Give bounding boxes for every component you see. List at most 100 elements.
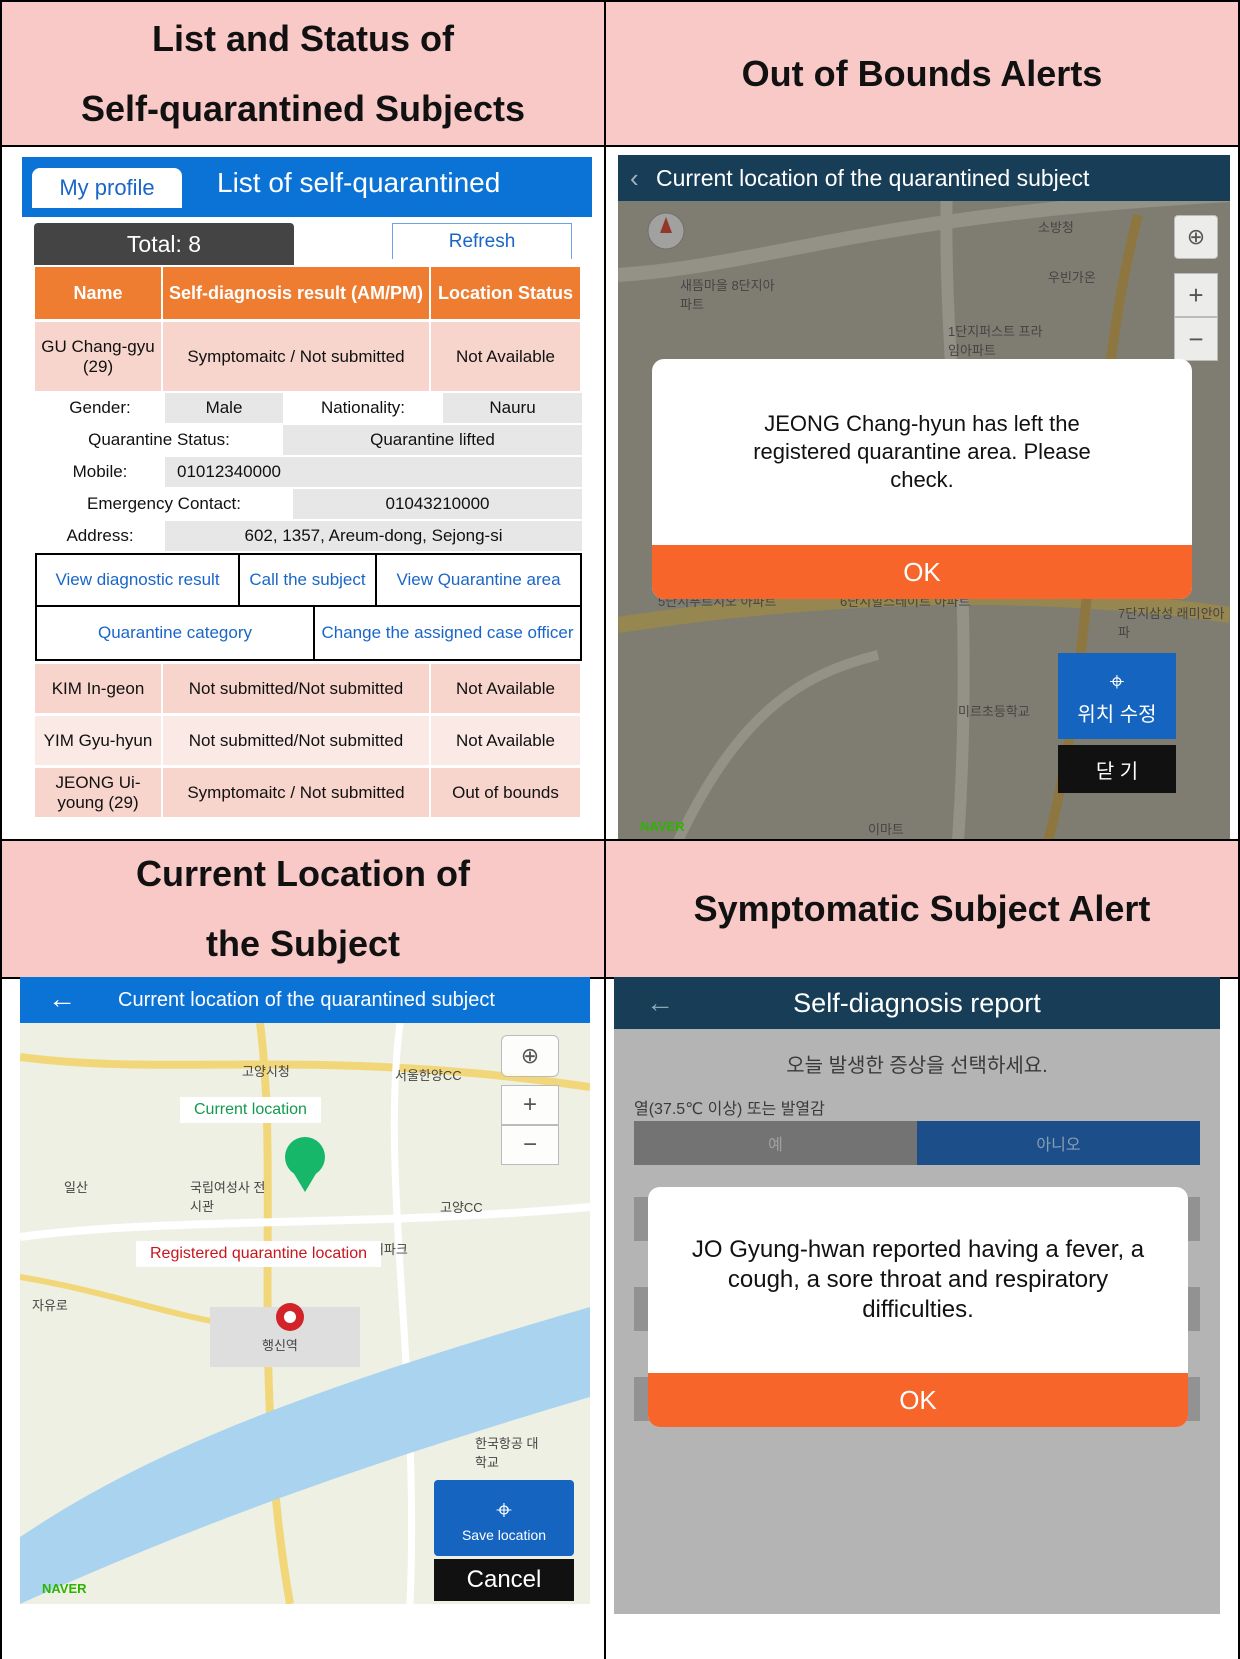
- dialog-message: JO Gyung-hwan reported having a fever, a…: [691, 1236, 1145, 1323]
- change-officer-button[interactable]: Change the assigned case officer: [315, 607, 580, 659]
- nationality-value: Nauru: [443, 393, 582, 425]
- list-topbar: My profile List of self-quarantined: [22, 157, 592, 217]
- map-label: 1단지퍼스트 프라임아파트: [948, 324, 1043, 358]
- zoom-in-button[interactable]: +: [1174, 273, 1218, 317]
- header-symptomatic: Symptomatic Subject Alert: [604, 839, 1240, 979]
- list-screen: My profile List of self-quarantined Tota…: [22, 157, 592, 839]
- diagnosis-topbar: ← Self-diagnosis report: [614, 977, 1220, 1029]
- header-line-1: Current Location of: [136, 853, 470, 894]
- zoom-out-button[interactable]: −: [1174, 317, 1218, 361]
- cancel-button[interactable]: Cancel: [434, 1559, 574, 1601]
- subject-location: Not Available: [431, 661, 582, 713]
- oob-title: Current location of the quarantined subj…: [656, 164, 1090, 191]
- dialog-message: JEONG Chang-hyun has left the registered…: [753, 411, 1091, 492]
- current-location-label: Current location: [180, 1097, 321, 1123]
- detail-row-address: Address: 602, 1357, Areum-dong, Sejong-s…: [35, 521, 582, 553]
- view-diagnostic-button[interactable]: View diagnostic result: [37, 555, 240, 605]
- subject-result: Not submitted/Not submitted: [163, 661, 431, 713]
- header-out-of-bounds: Out of Bounds Alerts: [604, 0, 1240, 147]
- registered-location-label: Registered quarantine location: [136, 1241, 382, 1267]
- location-title: Current location of the quarantined subj…: [118, 988, 495, 1011]
- mobile-label: Mobile:: [35, 457, 165, 489]
- detail-row-quarantine: Quarantine Status: Quarantine lifted: [35, 425, 582, 457]
- subject-result: Symptomaitc / Not submitted: [163, 319, 431, 391]
- map-label: 미르초등학교: [958, 704, 1030, 719]
- table-header: Name Self-diagnosis result (AM/PM) Locat…: [35, 267, 582, 319]
- subject-name: JEONG Ui-young (29): [35, 765, 163, 817]
- oob-topbar: ‹ Current location of the quarantined su…: [618, 155, 1230, 201]
- call-subject-button[interactable]: Call the subject: [240, 555, 377, 605]
- subject-location: Out of bounds: [431, 765, 582, 817]
- ok-button[interactable]: OK: [652, 545, 1192, 599]
- header-line-2: Self-quarantined Subjects: [80, 87, 526, 129]
- subject-table: Name Self-diagnosis result (AM/PM) Locat…: [35, 267, 582, 817]
- locate-me-icon[interactable]: ⊕: [501, 1035, 559, 1077]
- out-of-bounds-dialog: JEONG Chang-hyun has left the registered…: [652, 359, 1192, 599]
- subject-details: Gender: Male Nationality: Nauru Quaranti…: [35, 393, 582, 553]
- list-toolbar: Total: 8 Refresh: [22, 217, 592, 267]
- header-list-status: List and Status of Self-quarantined Subj…: [0, 0, 606, 147]
- ok-button[interactable]: OK: [648, 1373, 1188, 1427]
- map-label: 이마트: [868, 822, 904, 837]
- map-label: 새뜸마을 8단지아파트: [680, 278, 775, 312]
- my-profile-tab[interactable]: My profile: [32, 168, 182, 208]
- table-row[interactable]: KIM In-geon Not submitted/Not submitted …: [35, 661, 582, 713]
- gender-value: Male: [165, 393, 283, 425]
- relocate-label: 위치 수정: [1077, 703, 1157, 726]
- locate-me-icon[interactable]: ⊕: [1174, 215, 1218, 259]
- save-location-button[interactable]: ⌖ Save location: [434, 1480, 574, 1556]
- table-row[interactable]: YIM Gyu-hyun Not submitted/Not submitted…: [35, 713, 582, 765]
- map-label: 국립여성사 전시관: [190, 1180, 266, 1214]
- zoom-out-button[interactable]: −: [501, 1125, 559, 1165]
- map-label: 고양시청: [242, 1064, 290, 1079]
- naver-logo: NAVER: [42, 1581, 87, 1596]
- symptom-alert-dialog: JO Gyung-hwan reported having a fever, a…: [648, 1187, 1188, 1427]
- map-pin-icon: ⌖: [496, 1493, 512, 1525]
- map-label: 일산: [64, 1180, 88, 1195]
- table-row[interactable]: GU Chang-gyu (29) Symptomaitc / Not subm…: [35, 319, 582, 391]
- action-row-1: View diagnostic result Call the subject …: [35, 553, 582, 607]
- back-arrow-icon[interactable]: ‹: [630, 163, 639, 194]
- header-line-1: List and Status of: [151, 17, 454, 59]
- close-button[interactable]: 닫 기: [1058, 745, 1176, 793]
- list-title: List of self-quarantined: [217, 167, 501, 198]
- emergency-label: Emergency Contact:: [35, 489, 293, 521]
- subject-location: Not Available: [431, 713, 582, 765]
- quarantine-value: Quarantine lifted: [283, 425, 582, 457]
- emergency-value: 01043210000: [293, 489, 582, 521]
- back-arrow-icon[interactable]: ←: [646, 987, 674, 1019]
- col-location: Location Status: [431, 267, 582, 319]
- mobile-value: 01012340000: [165, 457, 582, 489]
- header-line-2: the Subject: [205, 923, 401, 964]
- quarantine-label: Quarantine Status:: [35, 425, 283, 457]
- table-row[interactable]: JEONG Ui-young (29) Symptomaitc / Not su…: [35, 765, 582, 817]
- diagnosis-title: Self-diagnosis report: [793, 987, 1041, 1018]
- subject-name: KIM In-geon: [35, 661, 163, 713]
- location-map-screen: 고양시청 서울한양CC 일산 국립여성사 전시관 고양CC 워터파크 자유로 행…: [20, 977, 590, 1604]
- diagnosis-screen: ← Self-diagnosis report 오늘 발생한 증상을 선택하세요…: [614, 977, 1220, 1614]
- detail-row-gender: Gender: Male Nationality: Nauru: [35, 393, 582, 425]
- address-label: Address:: [35, 521, 165, 553]
- address-value: 602, 1357, Areum-dong, Sejong-si: [165, 521, 582, 553]
- location-topbar: ← Current location of the quarantined su…: [20, 977, 590, 1023]
- subject-result: Symptomaitc / Not submitted: [163, 765, 431, 817]
- map-label: 서울한양CC: [395, 1068, 462, 1083]
- zoom-in-button[interactable]: +: [501, 1085, 559, 1125]
- map-label: 우빈가온: [1048, 270, 1096, 285]
- quarantine-category-button[interactable]: Quarantine category: [37, 607, 315, 659]
- gender-label: Gender:: [35, 393, 165, 425]
- view-quarantine-area-button[interactable]: View Quarantine area: [377, 555, 580, 605]
- detail-row-emergency: Emergency Contact: 01043210000: [35, 489, 582, 521]
- nationality-label: Nationality:: [283, 393, 443, 425]
- refresh-button[interactable]: Refresh: [392, 223, 572, 259]
- subject-location: Not Available: [431, 319, 582, 391]
- map-label: 고양CC: [440, 1200, 483, 1215]
- relocate-button[interactable]: ⌖ 위치 수정: [1058, 653, 1176, 739]
- total-count: Total: 8: [34, 223, 294, 265]
- cell-list: My profile List of self-quarantined Tota…: [0, 145, 606, 841]
- oob-map-screen: 소방청 우빈가온 새뜸마을 8단지아파트 1단지퍼스트 프라임아파트 5단지푸르…: [618, 155, 1230, 839]
- back-arrow-icon[interactable]: ←: [48, 983, 76, 1015]
- cell-out-of-bounds: 소방청 우빈가온 새뜸마을 8단지아파트 1단지퍼스트 프라임아파트 5단지푸르…: [604, 145, 1240, 841]
- map-label: 7단지삼성 래미안아파: [1118, 606, 1225, 640]
- naver-logo: NAVER: [640, 819, 685, 834]
